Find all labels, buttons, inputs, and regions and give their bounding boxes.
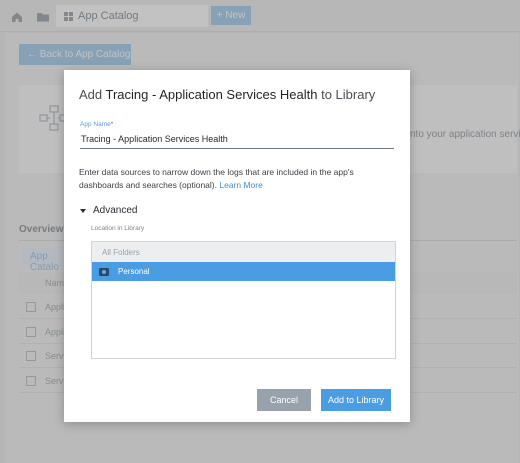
tree-item-all-folders[interactable]: All Folders	[92, 242, 395, 262]
dialog-title-app-name: Tracing - Application Services Health	[105, 87, 318, 102]
add-to-library-button[interactable]: Add to Library	[321, 389, 391, 411]
app-name-label: App Name*	[80, 121, 114, 128]
app-name-input[interactable]	[80, 132, 394, 149]
learn-more-link[interactable]: Learn More	[219, 180, 262, 190]
library-folder-tree: All Folders Personal	[91, 241, 396, 359]
advanced-toggle[interactable]: Advanced	[80, 205, 137, 216]
tree-item-personal[interactable]: Personal	[92, 262, 395, 281]
user-folder-icon	[99, 267, 109, 276]
dialog-title: Add Tracing - Application Services Healt…	[79, 87, 376, 102]
add-to-library-dialog: Add Tracing - Application Services Healt…	[64, 70, 410, 422]
required-marker: *	[110, 121, 114, 128]
cancel-button[interactable]: Cancel	[257, 389, 311, 411]
caret-down-icon	[80, 208, 86, 213]
location-label: Location in Library	[91, 225, 145, 232]
data-source-description: Enter data sources to narrow down the lo…	[79, 167, 354, 190]
